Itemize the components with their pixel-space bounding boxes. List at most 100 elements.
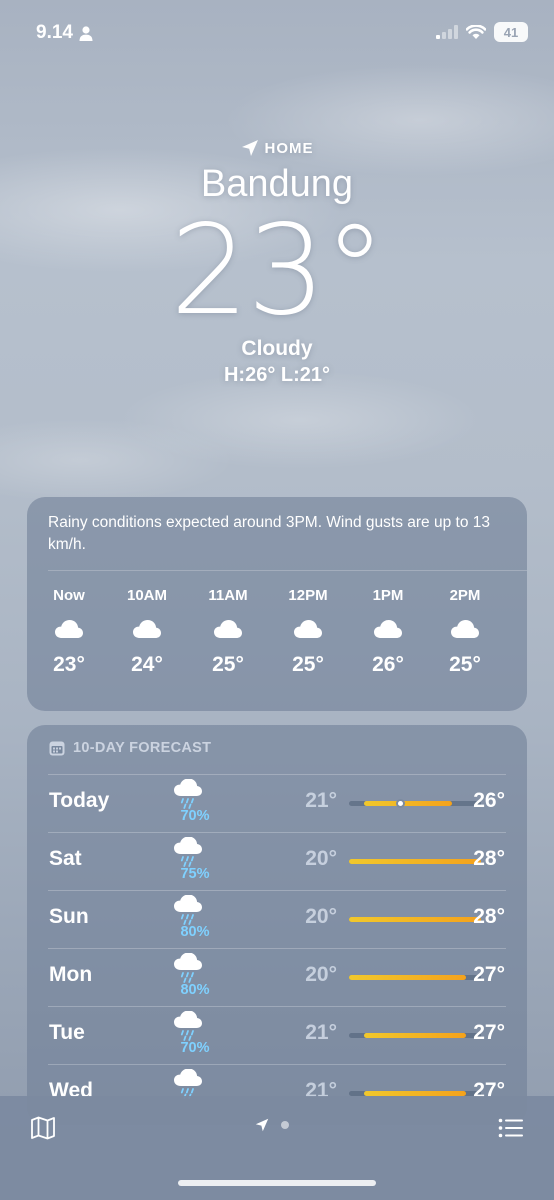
- low-temp: 21°: [305, 1021, 337, 1044]
- low-temp: 20°: [305, 905, 337, 928]
- ten-day-forecast-card[interactable]: 10-DAY FORECAST Today 70% 21° 26° Sat 75% 20° 2…: [27, 725, 527, 1125]
- hour-item: 10AM 24°: [107, 585, 187, 679]
- row-divider: [48, 1064, 506, 1065]
- high-low: H:26° L:21°: [223, 364, 331, 386]
- hour-label: 10AM: [126, 587, 167, 604]
- low-temp: 20°: [305, 963, 337, 986]
- list-icon: [498, 1118, 523, 1138]
- cloud-rain-icon: [507, 607, 527, 651]
- hour-label: 1PM: [372, 587, 404, 604]
- hour-item: 2PM 25°: [425, 585, 505, 679]
- hour-item: 12PM 25°: [268, 585, 348, 679]
- high-temp: 27°: [473, 963, 505, 986]
- status-time: 9.14: [36, 22, 93, 44]
- hourly-list[interactable]: Now 23° 10AM 24° 11AM 25° 12PM 25° 1PM 26° 2PM 25° 3…: [27, 585, 527, 695]
- current-temperature: 23°: [170, 199, 386, 343]
- cellular-icon: [436, 25, 458, 39]
- hour-temp: 24°: [131, 653, 163, 676]
- page-indicator[interactable]: [255, 1118, 289, 1132]
- location-label: HOME: [0, 134, 554, 162]
- home-label-text: HOME: [264, 139, 314, 157]
- precip-chance: 80%: [180, 982, 210, 998]
- low-temp: 21°: [305, 789, 337, 812]
- row-divider: [48, 774, 506, 775]
- temp-range-fill: [363, 801, 452, 806]
- day-row[interactable]: Sun 80% 20° 28°: [27, 890, 527, 948]
- cloud-rain-icon: [173, 952, 207, 983]
- hourly-forecast-card[interactable]: Rainy conditions expected around 3PM. Wi…: [27, 497, 527, 711]
- day-row[interactable]: Tue 70% 21° 27°: [27, 1006, 527, 1064]
- row-divider: [48, 890, 506, 891]
- hourly-summary: Rainy conditions expected around 3PM. Wi…: [48, 514, 491, 553]
- hour-temp: 26°: [372, 653, 404, 676]
- cloud-rain-icon: [173, 778, 207, 809]
- temp-range-bar: [349, 859, 481, 864]
- map-button[interactable]: [28, 1116, 58, 1140]
- temp-range-fill: [349, 917, 481, 922]
- hour-temp: 25°: [292, 653, 324, 676]
- current-weather: HOME Bandung 23° Cloudy H:26° L:21°: [0, 134, 554, 388]
- hour-temp: 25°: [212, 653, 244, 676]
- cloud-rain-icon: [173, 894, 207, 925]
- person-icon: [79, 25, 93, 41]
- hour-temp: 2: [507, 651, 527, 679]
- hour-item: 1PM 26°: [348, 585, 428, 679]
- day-row[interactable]: Sat 75% 20° 28°: [27, 832, 527, 890]
- high-temp: 26°: [473, 789, 505, 812]
- ten-day-header: 10-DAY FORECAST: [49, 740, 211, 756]
- precip-chance: 75%: [180, 866, 210, 882]
- hour-label: 12PM: [288, 587, 328, 604]
- precip-chance: 80%: [180, 924, 210, 940]
- hour-item: Now 23°: [29, 585, 109, 679]
- precip-chance: 70%: [180, 1040, 210, 1056]
- hour-label: 11AM: [208, 587, 248, 604]
- status-bar: 9.14 41: [0, 0, 554, 64]
- day-name: Sat: [49, 847, 82, 870]
- cloud-icon: [107, 607, 187, 651]
- battery-icon: 41: [494, 22, 528, 42]
- day-name: Tue: [49, 1021, 85, 1044]
- calendar-icon: [49, 741, 65, 756]
- hour-label: Now: [53, 587, 85, 604]
- row-divider: [48, 1006, 506, 1007]
- day-name: Mon: [49, 963, 93, 986]
- cloud-rain-icon: [173, 1010, 207, 1041]
- page-dot[interactable]: [281, 1121, 289, 1129]
- hour-temp: 23°: [53, 653, 85, 676]
- battery-level: 41: [503, 24, 519, 40]
- day-row[interactable]: Mon 80% 20° 27°: [27, 948, 527, 1006]
- status-right: 41: [436, 22, 528, 42]
- list-button[interactable]: [496, 1116, 526, 1140]
- low-temp: 20°: [305, 847, 337, 870]
- high-temp: 27°: [473, 1021, 505, 1044]
- temp-range-bar: [349, 975, 481, 980]
- clock: 9.14: [36, 22, 73, 43]
- hour-label: 2PM: [449, 587, 481, 604]
- cloud-icon: [348, 607, 428, 651]
- cloud-icon: [29, 607, 109, 651]
- current-temp-dot: [395, 799, 405, 808]
- hour-item: 11AM 25°: [188, 585, 268, 679]
- bottom-toolbar: [0, 1096, 554, 1200]
- high-temp: 28°: [473, 905, 505, 928]
- cloud-rain-icon: [173, 1068, 207, 1099]
- precip-chance: 70%: [180, 808, 210, 824]
- high-temp: 28°: [473, 847, 505, 870]
- wifi-icon: [466, 24, 486, 39]
- cloud-rain-icon: [173, 836, 207, 867]
- temp-range-fill: [349, 975, 467, 980]
- temp-range-bar: [349, 917, 481, 922]
- temp-range-fill: [363, 1033, 467, 1038]
- home-indicator[interactable]: [178, 1180, 376, 1186]
- day-row[interactable]: Today 70% 21° 26°: [27, 774, 527, 832]
- temp-range-bar: [349, 1033, 481, 1038]
- row-divider: [48, 948, 506, 949]
- map-icon: [31, 1116, 55, 1140]
- day-name: Today: [49, 789, 110, 812]
- cloud-icon: [425, 607, 505, 651]
- temp-range-fill: [349, 859, 481, 864]
- ten-day-title: 10-DAY FORECAST: [73, 740, 212, 756]
- temp-range-bar: [349, 799, 481, 808]
- day-name: Sun: [49, 905, 89, 928]
- hour-item: 32: [507, 585, 527, 679]
